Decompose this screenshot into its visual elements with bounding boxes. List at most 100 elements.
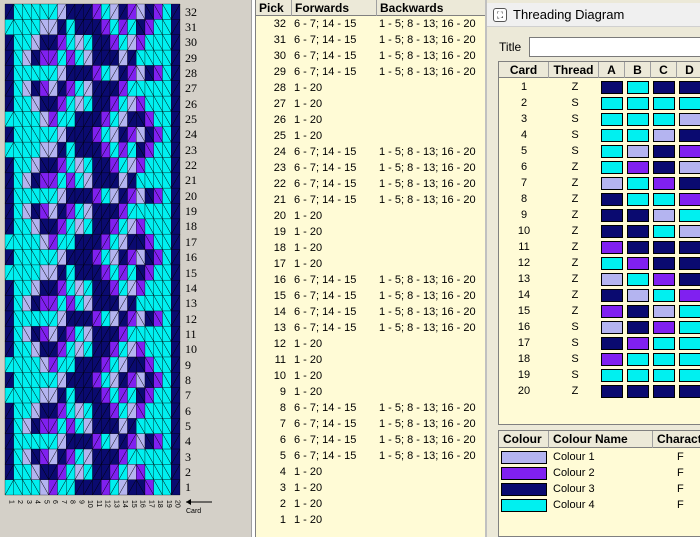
pick-row[interactable]: 31 6 - 7; 14 - 15 1 - 5; 8 - 13; 16 - 20 — [256, 32, 485, 48]
threading-row[interactable]: 13 Z — [499, 271, 700, 287]
threading-row[interactable]: 15 Z — [499, 303, 700, 319]
column-header-hole-c[interactable]: C — [651, 62, 677, 78]
hole-c-colour-swatch[interactable] — [653, 97, 675, 110]
thread-direction-cell[interactable]: S — [551, 95, 599, 111]
hole-c-colour-swatch[interactable] — [653, 161, 675, 174]
hole-b-colour-swatch[interactable] — [627, 113, 649, 126]
pick-row[interactable]: 10 1 - 20 — [256, 368, 485, 384]
hole-b-colour-swatch[interactable] — [627, 97, 649, 110]
thread-direction-cell[interactable]: S — [551, 367, 599, 383]
pick-row[interactable]: 28 1 - 20 — [256, 80, 485, 96]
thread-direction-cell[interactable]: Z — [551, 175, 599, 191]
hole-b-colour-swatch[interactable] — [627, 257, 649, 270]
thread-direction-cell[interactable]: Z — [551, 303, 599, 319]
hole-b-colour-swatch[interactable] — [627, 225, 649, 238]
hole-d-colour-swatch[interactable] — [679, 113, 700, 126]
hole-b-colour-swatch[interactable] — [627, 337, 649, 350]
hole-a-colour-swatch[interactable] — [601, 321, 623, 334]
threading-row[interactable]: 8Z — [499, 191, 700, 207]
hole-a-colour-swatch[interactable] — [601, 97, 623, 110]
hole-c-colour-swatch[interactable] — [653, 353, 675, 366]
column-header-hole-b[interactable]: B — [625, 62, 651, 78]
column-header-backwards[interactable]: Backwards — [377, 0, 485, 16]
threading-row[interactable]: 9Z — [499, 207, 700, 223]
hole-a-colour-swatch[interactable] — [601, 209, 623, 222]
threading-row[interactable]: 4S — [499, 127, 700, 143]
thread-direction-cell[interactable]: Z — [551, 159, 599, 175]
hole-d-colour-swatch[interactable] — [679, 321, 700, 334]
hole-d-colour-swatch[interactable] — [679, 161, 700, 174]
hole-a-colour-swatch[interactable] — [601, 225, 623, 238]
hole-d-colour-swatch[interactable] — [679, 273, 700, 286]
hole-c-colour-swatch[interactable] — [653, 113, 675, 126]
hole-b-colour-swatch[interactable] — [627, 193, 649, 206]
colour-swatch[interactable] — [501, 499, 547, 512]
threading-row[interactable]: 5S — [499, 143, 700, 159]
threading-row[interactable]: 18 S — [499, 351, 700, 367]
pick-row[interactable]: 30 6 - 7; 14 - 15 1 - 5; 8 - 13; 16 - 20 — [256, 48, 485, 64]
threading-row[interactable]: 12 Z — [499, 255, 700, 271]
threading-row[interactable]: 11 Z — [499, 239, 700, 255]
hole-b-colour-swatch[interactable] — [627, 289, 649, 302]
pick-row[interactable]: 17 1 - 20 — [256, 256, 485, 272]
threading-row[interactable]: 6Z — [499, 159, 700, 175]
pick-row[interactable]: 7 6 - 7; 14 - 15 1 - 5; 8 - 13; 16 - 20 — [256, 416, 485, 432]
threading-row[interactable]: 19 S — [499, 367, 700, 383]
pick-row[interactable]: 12 1 - 20 — [256, 336, 485, 352]
hole-a-colour-swatch[interactable] — [601, 337, 623, 350]
pattern-pane[interactable]: 1 2 3 4 5 6 7 8 9 10 11 12 13 14 15 16 17 18 19 20 Card 32 31… — [0, 0, 252, 537]
hole-c-colour-swatch[interactable] — [653, 145, 675, 158]
thread-direction-cell[interactable]: Z — [551, 207, 599, 223]
threading-row[interactable]: 14 Z — [499, 287, 700, 303]
hole-d-colour-swatch[interactable] — [679, 305, 700, 318]
hole-d-colour-swatch[interactable] — [679, 369, 700, 382]
pick-row[interactable]: 18 1 - 20 — [256, 240, 485, 256]
pick-row[interactable]: 24 6 - 7; 14 - 15 1 - 5; 8 - 13; 16 - 20 — [256, 144, 485, 160]
hole-d-colour-swatch[interactable] — [679, 225, 700, 238]
pick-row[interactable]: 21 6 - 7; 14 - 15 1 - 5; 8 - 13; 16 - 20 — [256, 192, 485, 208]
pick-row[interactable]: 22 6 - 7; 14 - 15 1 - 5; 8 - 13; 16 - 20 — [256, 176, 485, 192]
threading-grid[interactable]: Card Thread A B C D 1 Z 2 S 3 S 4 S 5 S 6 Z 7 Z 8 Z 9 Z 10… — [498, 61, 700, 425]
threading-row[interactable]: 10 Z — [499, 223, 700, 239]
hole-a-colour-swatch[interactable] — [601, 273, 623, 286]
hole-a-colour-swatch[interactable] — [601, 193, 623, 206]
hole-b-colour-swatch[interactable] — [627, 145, 649, 158]
hole-c-colour-swatch[interactable] — [653, 241, 675, 254]
pick-row[interactable]: 15 6 - 7; 14 - 15 1 - 5; 8 - 13; 16 - 20 — [256, 288, 485, 304]
hole-c-colour-swatch[interactable] — [653, 209, 675, 222]
pick-row[interactable]: 14 6 - 7; 14 - 15 1 - 5; 8 - 13; 16 - 20 — [256, 304, 485, 320]
hole-a-colour-swatch[interactable] — [601, 353, 623, 366]
thread-direction-cell[interactable]: S — [551, 351, 599, 367]
hole-a-colour-swatch[interactable] — [601, 145, 623, 158]
hole-a-colour-swatch[interactable] — [601, 81, 623, 94]
hole-d-colour-swatch[interactable] — [679, 177, 700, 190]
colour-row[interactable]: Colour 4 F — [499, 497, 700, 513]
pick-row[interactable]: 1 1 - 20 — [256, 512, 485, 528]
thread-direction-cell[interactable]: S — [551, 111, 599, 127]
colour-row[interactable]: Colour 2 F — [499, 465, 700, 481]
pick-row[interactable]: 16 6 - 7; 14 - 15 1 - 5; 8 - 13; 16 - 20 — [256, 272, 485, 288]
hole-c-colour-swatch[interactable] — [653, 129, 675, 142]
pick-row[interactable]: 6 6 - 7; 14 - 15 1 - 5; 8 - 13; 16 - 20 — [256, 432, 485, 448]
hole-d-colour-swatch[interactable] — [679, 81, 700, 94]
hole-b-colour-swatch[interactable] — [627, 305, 649, 318]
thread-direction-cell[interactable]: S — [551, 335, 599, 351]
hole-c-colour-swatch[interactable] — [653, 193, 675, 206]
hole-d-colour-swatch[interactable] — [679, 385, 700, 398]
hole-a-colour-swatch[interactable] — [601, 113, 623, 126]
hole-d-colour-swatch[interactable] — [679, 289, 700, 302]
threading-row[interactable]: 3S — [499, 111, 700, 127]
column-header-hole-d[interactable]: D — [677, 62, 700, 78]
pattern-draft[interactable]: 1 2 3 4 5 6 7 8 9 10 11 12 13 14 15 16 17 18 19 20Card — [0, 0, 252, 537]
pick-row[interactable]: 11 1 - 20 — [256, 352, 485, 368]
colour-swatch[interactable] — [501, 467, 547, 480]
hole-a-colour-swatch[interactable] — [601, 257, 623, 270]
pick-row[interactable]: 29 6 - 7; 14 - 15 1 - 5; 8 - 13; 16 - 20 — [256, 64, 485, 80]
threading-row[interactable]: 7Z — [499, 175, 700, 191]
hole-a-colour-swatch[interactable] — [601, 177, 623, 190]
thread-direction-cell[interactable]: Z — [551, 223, 599, 239]
hole-b-colour-swatch[interactable] — [627, 241, 649, 254]
column-header-hole-a[interactable]: A — [599, 62, 625, 78]
hole-d-colour-swatch[interactable] — [679, 145, 700, 158]
hole-b-colour-swatch[interactable] — [627, 81, 649, 94]
